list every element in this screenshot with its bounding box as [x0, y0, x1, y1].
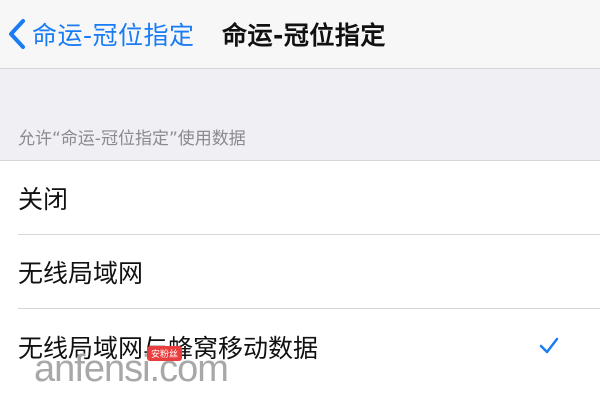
option-wlan[interactable]: 无线局域网 [0, 235, 600, 308]
back-button[interactable]: 命运-冠位指定 [6, 12, 195, 56]
chevron-left-icon [9, 19, 25, 49]
checkmark-icon [539, 337, 559, 354]
option-off-label: 关闭 [18, 184, 69, 214]
section-header: 允许“命运-冠位指定”使用数据 [18, 129, 246, 149]
watermark: anfensi.com 安粉丝 [0, 326, 229, 392]
option-wlan-label: 无线局域网 [18, 258, 144, 288]
back-button-label: 命运-冠位指定 [32, 21, 195, 50]
page-title: 命运-冠位指定 [222, 21, 386, 50]
watermark-text: anfensi.com [34, 348, 229, 390]
watermark-badge: 安粉丝 [147, 346, 183, 361]
navigation-bar: 命运-冠位指定 命运-冠位指定 [0, 0, 600, 69]
option-off[interactable]: 关闭 [0, 161, 600, 234]
